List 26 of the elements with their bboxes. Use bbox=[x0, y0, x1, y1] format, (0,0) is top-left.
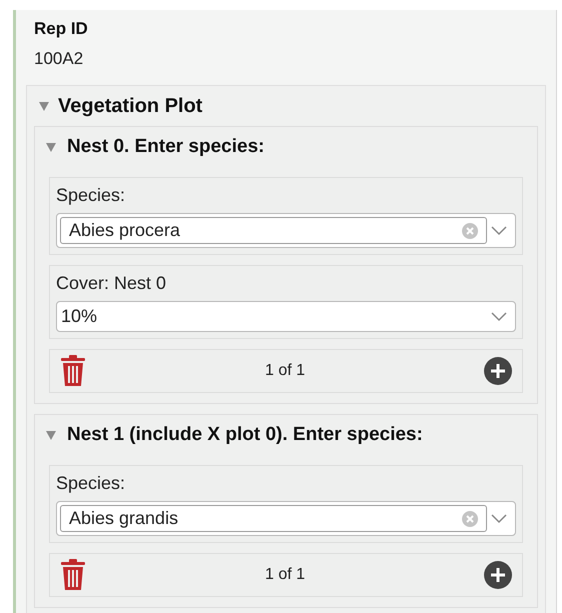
cover-dropdown[interactable]: 10% bbox=[56, 301, 516, 332]
chevron-down-icon[interactable] bbox=[491, 514, 507, 524]
caret-icon[interactable] bbox=[45, 429, 57, 441]
field-value: 10% bbox=[61, 305, 98, 328]
record-counter: 1 of 1 bbox=[264, 361, 306, 381]
species-dropdown[interactable]: Abies grandis bbox=[56, 501, 516, 536]
field-label: Cover: Nest 0 bbox=[56, 272, 168, 295]
caret-icon[interactable] bbox=[45, 141, 57, 153]
add-icon[interactable] bbox=[484, 561, 512, 589]
nest-header[interactable]: Nest 1 (include X plot 0). Enter species: bbox=[45, 415, 423, 455]
field-value: 100A2 bbox=[34, 48, 84, 70]
nest-header[interactable]: Nest 0. Enter species: bbox=[45, 127, 264, 167]
record-counter: 1 of 1 bbox=[264, 565, 306, 585]
field-label: Species: bbox=[56, 472, 126, 495]
add-icon[interactable] bbox=[484, 357, 512, 385]
field-label: Species: bbox=[56, 184, 126, 207]
caret-icon[interactable] bbox=[38, 100, 50, 112]
trash-icon[interactable] bbox=[60, 355, 86, 387]
trash-icon[interactable] bbox=[60, 559, 86, 591]
field-value: Abies grandis bbox=[69, 507, 180, 530]
chevron-down-icon[interactable] bbox=[491, 312, 507, 322]
field-value: Abies procera bbox=[69, 219, 182, 242]
field-label: Rep ID bbox=[34, 18, 89, 40]
group-header[interactable]: Vegetation Plot bbox=[34, 86, 202, 126]
species-dropdown[interactable]: Abies procera bbox=[56, 213, 516, 248]
chevron-down-icon[interactable] bbox=[491, 226, 507, 236]
